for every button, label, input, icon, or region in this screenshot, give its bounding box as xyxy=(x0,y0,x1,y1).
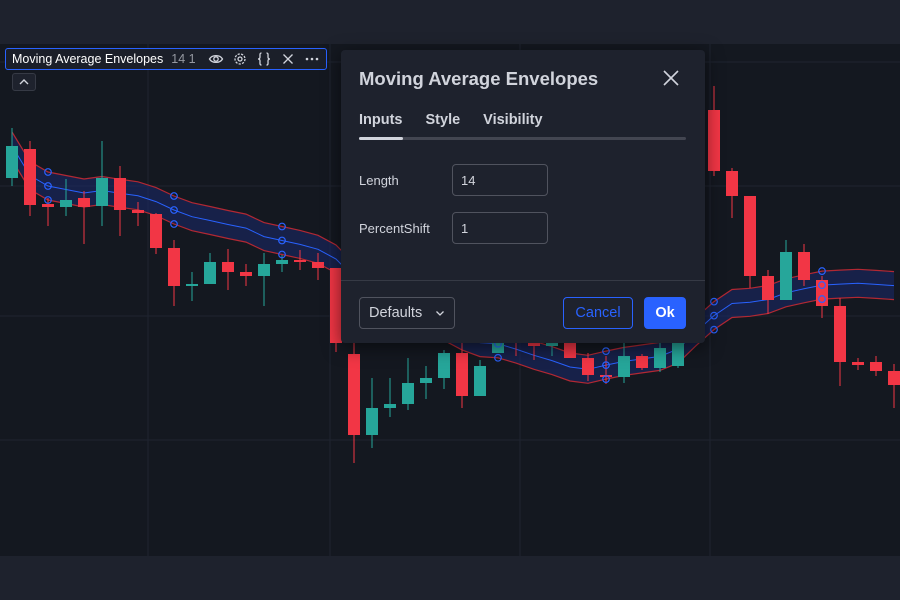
indicator-params: 14 1 xyxy=(171,52,196,66)
candle-bear xyxy=(168,248,180,286)
chevron-up-icon xyxy=(19,79,29,85)
candle-bull xyxy=(402,383,414,404)
dialog-title: Moving Average Envelopes xyxy=(359,68,599,89)
candle-bear xyxy=(798,252,810,280)
candle-bull xyxy=(420,378,432,383)
percent-shift-input[interactable] xyxy=(452,212,548,244)
candle-bear xyxy=(582,358,594,375)
candle-bear xyxy=(222,262,234,272)
candle-bear xyxy=(708,110,720,171)
percent-shift-label: PercentShift xyxy=(359,221,430,236)
candle-bear xyxy=(762,276,774,300)
candle-bear xyxy=(132,210,144,213)
length-label: Length xyxy=(359,173,399,188)
candle-bull xyxy=(6,146,18,178)
candle-bear xyxy=(348,354,360,435)
candle-bear xyxy=(312,262,324,268)
candle-bear xyxy=(888,371,900,385)
gear-icon[interactable] xyxy=(232,51,248,67)
candle-bear xyxy=(294,260,306,262)
candle-bear xyxy=(456,353,468,396)
collapse-legend-button[interactable] xyxy=(12,73,36,91)
candle-bull xyxy=(474,366,486,396)
candle-bear xyxy=(852,362,864,365)
candle-bear xyxy=(114,178,126,210)
dialog-close-button[interactable] xyxy=(659,66,683,90)
close-icon[interactable] xyxy=(280,51,296,67)
candle-bull xyxy=(186,284,198,286)
candle-bear xyxy=(78,198,90,207)
indicator-settings-dialog: Moving Average Envelopes Inputs Style Vi… xyxy=(341,50,705,343)
tab-visibility[interactable]: Visibility xyxy=(483,112,542,132)
candle-bull xyxy=(438,353,450,378)
code-braces-icon[interactable] xyxy=(256,51,272,67)
candle-bull xyxy=(96,178,108,206)
candle-bear xyxy=(42,204,54,207)
ok-button[interactable]: Ok xyxy=(644,297,686,329)
more-icon[interactable] xyxy=(304,51,320,67)
defaults-label: Defaults xyxy=(369,305,423,321)
defaults-dropdown[interactable]: Defaults xyxy=(359,297,455,329)
tab-inputs[interactable]: Inputs xyxy=(359,112,403,132)
candle-bull xyxy=(276,260,288,264)
dialog-footer-divider xyxy=(341,280,705,281)
active-tab-indicator xyxy=(359,137,403,140)
indicator-legend[interactable]: Moving Average Envelopes 14 1 xyxy=(5,48,327,70)
candle-bear xyxy=(870,362,882,371)
candle-bull xyxy=(618,356,630,377)
tabs-track xyxy=(359,137,686,140)
length-input[interactable] xyxy=(452,164,548,196)
candle-bear xyxy=(744,196,756,276)
candle-bull xyxy=(204,262,216,284)
candle-bull xyxy=(258,264,270,276)
candle-bull xyxy=(60,200,72,207)
tab-style[interactable]: Style xyxy=(426,112,461,132)
indicator-name: Moving Average Envelopes xyxy=(12,52,164,66)
candle-bear xyxy=(834,306,846,362)
cancel-button[interactable]: Cancel xyxy=(563,297,633,329)
candle-bear xyxy=(24,149,36,205)
eye-icon[interactable] xyxy=(208,51,224,67)
candle-bull xyxy=(366,408,378,435)
candle-bear xyxy=(726,171,738,196)
candle-bear xyxy=(150,214,162,248)
candle-bull xyxy=(780,252,792,300)
candle-bull xyxy=(654,348,666,368)
candle-bull xyxy=(384,404,396,408)
chevron-down-icon xyxy=(436,311,444,316)
candle-bear xyxy=(240,272,252,276)
candle-bear xyxy=(636,356,648,368)
close-icon xyxy=(663,70,679,86)
dialog-tabs: Inputs Style Visibility xyxy=(359,112,566,132)
